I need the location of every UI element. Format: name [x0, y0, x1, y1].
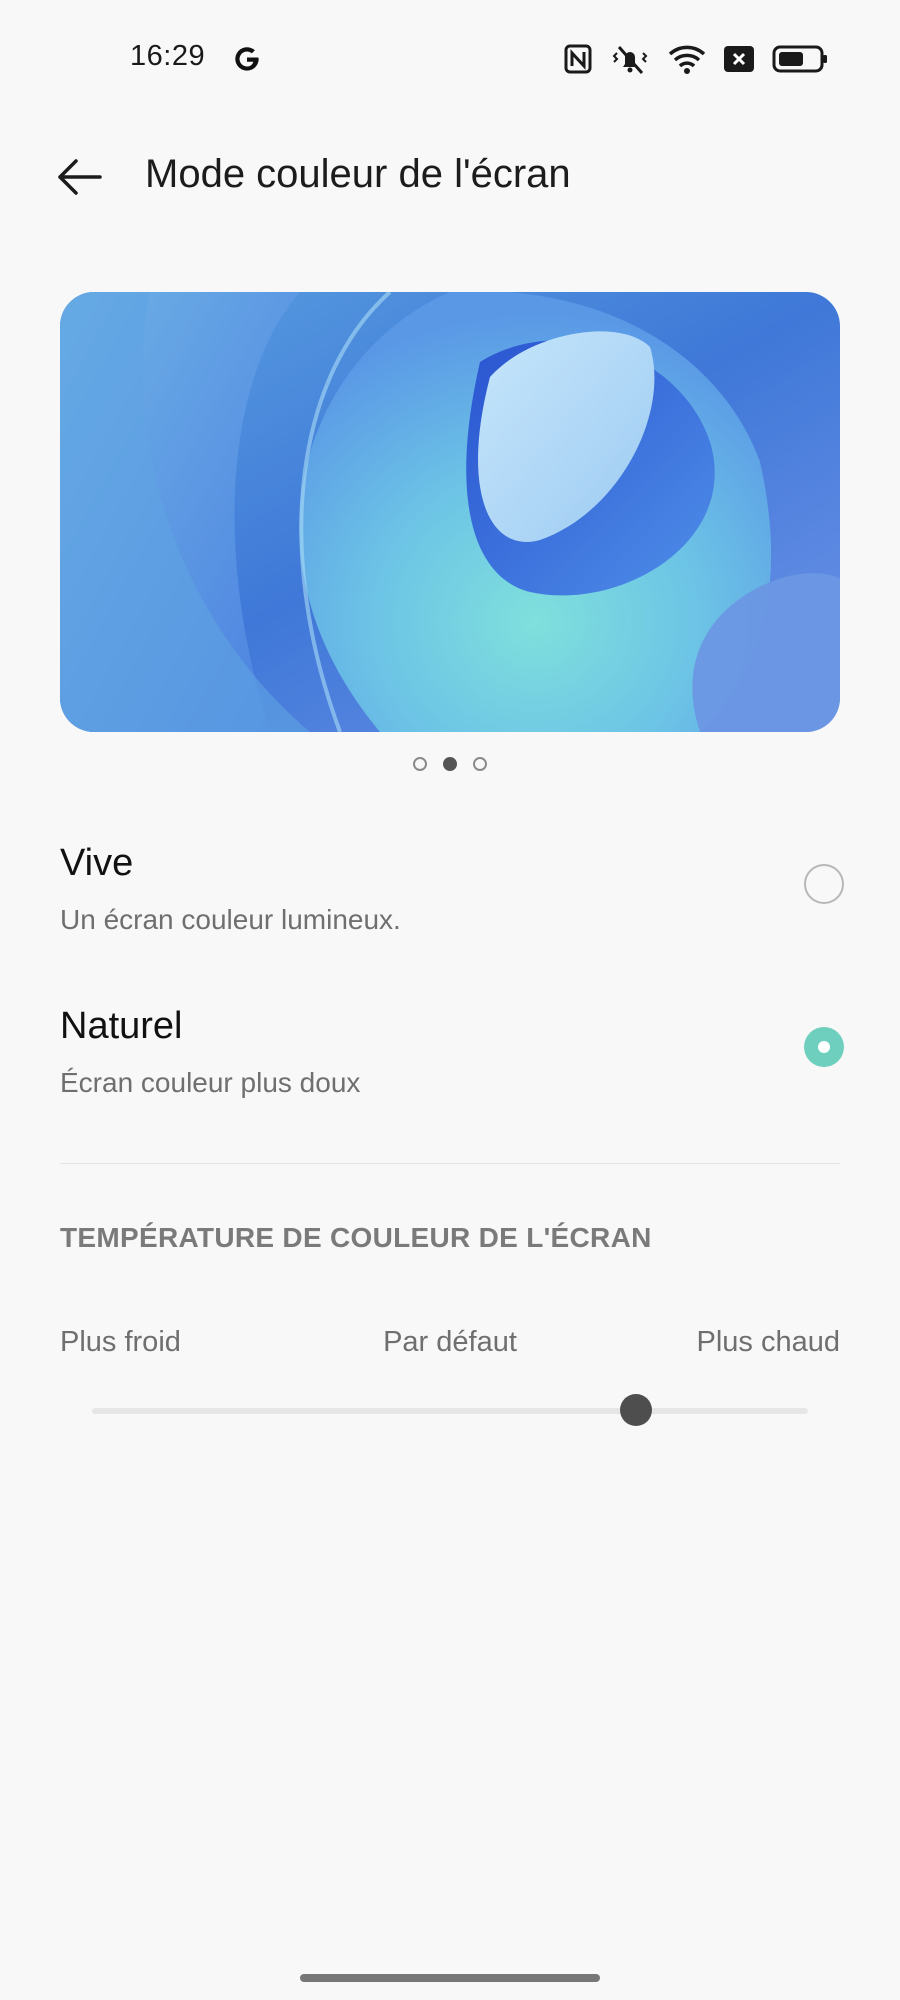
close-box-icon: [724, 46, 754, 72]
option-vive-title: Vive: [60, 842, 134, 884]
section-header-temperature: TEMPÉRATURE DE COULEUR DE L'ÉCRAN: [60, 1222, 652, 1253]
color-preview-image[interactable]: [60, 292, 840, 732]
option-naturel-radio[interactable]: [804, 1027, 844, 1067]
vibrate-off-icon: [612, 46, 648, 74]
nfc-icon: [564, 44, 592, 74]
back-arrow-icon[interactable]: [52, 150, 106, 204]
option-vive[interactable]: Vive Un écran couleur lumineux.: [0, 830, 900, 950]
divider: [60, 1163, 840, 1164]
temperature-slider-track[interactable]: [92, 1408, 808, 1414]
slider-label-warm: Plus chaud: [696, 1326, 841, 1358]
status-time: 16:29: [130, 40, 206, 72]
google-icon: [235, 47, 259, 71]
page-dot-3[interactable]: [473, 757, 487, 771]
option-vive-description: Un écran couleur lumineux.: [60, 904, 401, 935]
page-title: Mode couleur de l'écran: [145, 152, 571, 196]
home-indicator[interactable]: [300, 1974, 600, 1982]
option-naturel-title: Naturel: [60, 1005, 183, 1047]
carousel-page-indicator: [0, 757, 900, 771]
wallpaper-graphic: [60, 292, 840, 732]
page-dot-2[interactable]: [443, 757, 457, 771]
status-icons: [564, 42, 828, 76]
option-naturel[interactable]: Naturel Écran couleur plus doux: [0, 993, 900, 1113]
wifi-icon: [668, 45, 706, 74]
option-vive-radio[interactable]: [804, 864, 844, 904]
page-dot-1[interactable]: [413, 757, 427, 771]
option-naturel-description: Écran couleur plus doux: [60, 1067, 361, 1098]
battery-icon: [772, 45, 827, 73]
temperature-slider-thumb[interactable]: [620, 1394, 653, 1426]
